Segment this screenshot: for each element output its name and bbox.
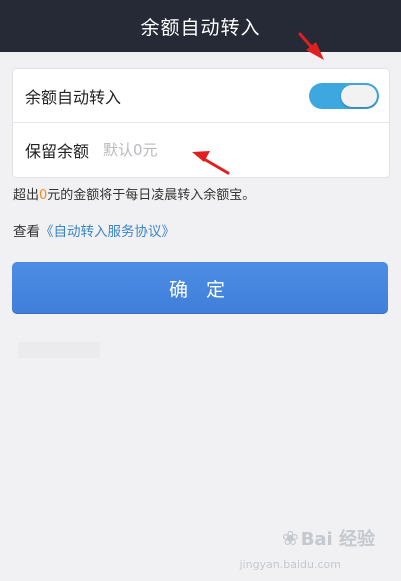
settings-card: 余额自动转入 保留余额 — [12, 68, 390, 178]
reserve-balance-row: 保留余额 — [13, 123, 389, 177]
reserve-balance-input[interactable] — [101, 140, 286, 160]
toggle-knob — [341, 85, 377, 107]
watermark-brand: Bai 经验 — [300, 529, 375, 550]
description-suffix: 元的金额将于每日凌晨转入余额宝。 — [47, 188, 256, 203]
faded-placeholder-bar — [18, 342, 100, 358]
paw-icon: ❀ — [281, 526, 299, 550]
service-agreement-link[interactable]: 《自动转入服务协议》 — [40, 224, 175, 240]
reserve-balance-label: 保留余额 — [25, 142, 90, 161]
auto-transfer-label: 余额自动转入 — [25, 87, 122, 107]
agreement-line: 查看《自动转入服务协议》 — [13, 220, 175, 240]
watermark-url: jingyan.baidu.com — [239, 558, 341, 571]
agreement-prefix: 查看 — [13, 224, 40, 240]
auto-transfer-toggle[interactable] — [309, 83, 379, 109]
page-title: 余额自动转入 — [140, 16, 261, 39]
nav-bar: 余额自动转入 — [0, 0, 401, 52]
auto-transfer-row: 余额自动转入 — [13, 69, 389, 123]
confirm-button[interactable]: 确 定 — [12, 262, 388, 314]
watermark: ❀ Bai 经验 — [282, 525, 375, 551]
description-prefix: 超出 — [13, 188, 40, 203]
transfer-description: 超出0元的金额将于每日凌晨转入余额宝。 — [13, 184, 255, 203]
